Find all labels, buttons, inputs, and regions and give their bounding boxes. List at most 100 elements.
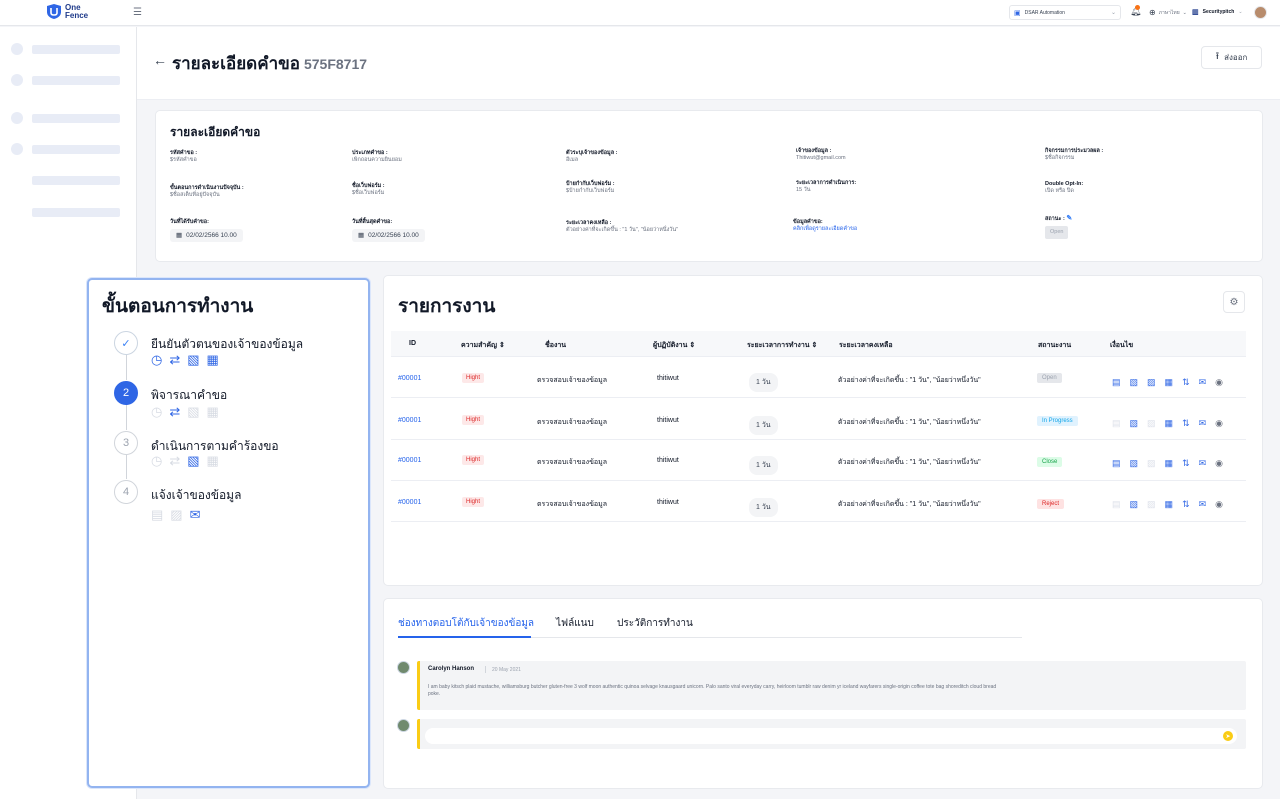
git-compare-icon[interactable]: ⇅	[1182, 377, 1190, 387]
notification-dot	[1135, 5, 1140, 10]
field-label: ข้อมูลคำขอ:	[793, 219, 823, 225]
field-label: Double Opt-In:	[1045, 181, 1084, 187]
document-search-icon[interactable]: ▧	[1130, 418, 1139, 428]
organization-select[interactable]: ▥ Securitypitch ⌄	[1192, 8, 1243, 16]
document-check-icon[interactable]: ▦	[1165, 377, 1174, 387]
field-double-opt-in: Double Opt-In: เปิด หรือ ปิด	[1045, 181, 1083, 195]
step-4-number[interactable]: 4	[114, 480, 138, 504]
send-icon[interactable]: ➤	[1223, 731, 1233, 741]
document-search-icon[interactable]: ▧	[187, 353, 199, 367]
eye-icon[interactable]: ◉	[1215, 499, 1223, 509]
git-compare-icon[interactable]: ⇅	[1182, 418, 1190, 428]
step-2-number[interactable]: 2	[114, 381, 138, 405]
reply-input[interactable]	[425, 728, 1237, 744]
field-label: กิจกรรมการประมวลผล :	[1045, 148, 1104, 154]
tab-owner-communication[interactable]: ช่องทางตอบโต้กับเจ้าของข้อมูล	[398, 616, 534, 631]
avatar	[397, 661, 410, 674]
comment-text: I am baby kitsch plaid mustache, william…	[428, 684, 997, 697]
user-avatar[interactable]	[1254, 6, 1267, 19]
step-4-icons: ▤ ▨ ✉	[151, 508, 201, 522]
col-assignee[interactable]: ผู้ปฏิบัติงาน ⇕	[653, 340, 695, 351]
app-logo[interactable]: One Fence	[46, 3, 88, 20]
mail-icon[interactable]: ✉	[1199, 377, 1207, 387]
step-3-number[interactable]: 3	[114, 431, 138, 455]
export-button[interactable]: ⭱ ส่งออก	[1201, 46, 1262, 69]
priority-badge: Hight	[462, 415, 485, 425]
col-conditions: เงื่อนไข	[1110, 342, 1134, 349]
document-check-icon: ▦	[206, 453, 219, 468]
col-priority[interactable]: ความสำคัญ ⇕	[461, 340, 505, 351]
document-check-icon[interactable]: ▦	[1165, 418, 1174, 428]
gear-icon[interactable]: ⚙	[1223, 291, 1245, 313]
document-check-icon: ▦	[206, 404, 219, 419]
comment-separator	[485, 666, 486, 673]
field-label: ป้ายกำกับเว็บฟอร์ม :	[566, 181, 615, 187]
step-2-label: พิจารณาคำขอ	[151, 388, 228, 402]
clock-icon[interactable]: ◷	[151, 353, 162, 367]
request-details-card	[155, 110, 1263, 262]
mail-icon[interactable]: ✉	[1199, 499, 1207, 509]
field-value: 15 วัน	[796, 187, 811, 193]
priority-badge: Hight	[462, 455, 485, 465]
tab-history[interactable]: ประวัติการทำงาน	[617, 616, 693, 631]
git-compare-icon[interactable]: ⇅	[1182, 499, 1190, 509]
mail-icon[interactable]: ✉	[190, 508, 201, 522]
bell-icon[interactable]: 🔔︎	[1130, 5, 1141, 17]
logo-text: One Fence	[65, 3, 88, 20]
sidebar-skeleton-bar	[32, 208, 120, 217]
document-edit-icon: ▨	[1147, 418, 1156, 428]
task-duration: 1 วัน	[749, 373, 778, 392]
tab-attachments[interactable]: ไฟล์แนบ	[556, 616, 594, 631]
document-check-icon[interactable]: ▦	[1165, 458, 1174, 468]
received-date-box[interactable]: ▦ 02/02/2566 10.00	[170, 229, 243, 242]
organization-label: Securitypitch	[1202, 9, 1235, 15]
step-connector	[126, 355, 127, 380]
document-icon[interactable]: ▤	[1112, 458, 1121, 468]
mail-icon[interactable]: ✉	[1199, 418, 1207, 428]
field-webform-tag: ป้ายกำกับเว็บฟอร์ม : $ป้ายกำกับเว็บฟอร์ม	[566, 181, 615, 195]
document-check-icon[interactable]: ▦	[207, 353, 219, 367]
task-name: ตรวจสอบเจ้าของข้อมูล	[537, 377, 607, 384]
task-id-link[interactable]: #00001	[398, 499, 421, 506]
mail-icon[interactable]: ✉	[1199, 458, 1207, 468]
document-search-icon[interactable]: ▧	[187, 454, 199, 468]
task-id-link[interactable]: #00001	[398, 417, 421, 424]
col-duration[interactable]: ระยะเวลาการทำงาน ⇕	[747, 340, 817, 351]
back-arrow-icon[interactable]: ←	[153, 52, 167, 68]
document-search-icon[interactable]: ▧	[1130, 458, 1139, 468]
col-id[interactable]: ID	[409, 340, 416, 347]
language-select[interactable]: ⊕ ภาษาไทย ⌄	[1149, 8, 1187, 17]
document-edit-icon[interactable]: ▨	[1147, 377, 1156, 387]
document-icon[interactable]: ▤	[1112, 377, 1121, 387]
eye-icon[interactable]: ◉	[1215, 418, 1223, 428]
end-date-box[interactable]: ▦ 02/02/2566 10.00	[352, 229, 425, 242]
upload-icon: ⭱	[1215, 51, 1220, 62]
step-1-check-icon[interactable]: ✓	[114, 331, 138, 355]
sidebar-skeleton-dot	[11, 143, 23, 155]
field-label: ระยะเวลาการดำเนินการ:	[796, 180, 857, 186]
page-title: รายละเอียดคำขอ 575F8717	[172, 50, 367, 77]
field-label: วันที่ได้รับคำขอ:	[170, 219, 209, 225]
row-actions: ▤ ▧ ▨ ▦ ⇅ ✉ ◉	[1112, 499, 1223, 509]
field-value: เปิด หรือ ปิด	[1045, 188, 1074, 194]
workspace-select[interactable]: ▣ DSAR Automation ⌄	[1009, 5, 1121, 20]
row-actions: ▤ ▧ ▨ ▦ ⇅ ✉ ◉	[1112, 458, 1223, 468]
git-compare-icon[interactable]: ⇅	[1182, 458, 1190, 468]
transfer-icon[interactable]: ⇄	[169, 353, 180, 367]
document-search-icon[interactable]: ▧	[1130, 499, 1139, 509]
sidebar-skeleton-bar	[32, 145, 120, 154]
request-info-link[interactable]: คลิกเพื่อดูรายละเอียดคำขอ	[793, 226, 857, 233]
eye-icon[interactable]: ◉	[1215, 377, 1223, 387]
step-1-icons: ◷ ⇄ ▧ ▦	[151, 353, 219, 367]
document-check-icon[interactable]: ▦	[1165, 499, 1174, 509]
export-label: ส่งออก	[1224, 53, 1248, 62]
transfer-icon[interactable]: ⇄	[169, 405, 180, 419]
document-icon: ▤	[151, 507, 164, 522]
pencil-icon[interactable]: ✎	[1066, 215, 1072, 222]
menu-icon[interactable]: ☰	[133, 7, 142, 18]
document-search-icon[interactable]: ▧	[1130, 377, 1139, 387]
task-id-link[interactable]: #00001	[398, 375, 421, 382]
eye-icon[interactable]: ◉	[1215, 458, 1223, 468]
field-value: $ป้ายกำกับเว็บฟอร์ม	[566, 188, 615, 194]
task-id-link[interactable]: #00001	[398, 457, 421, 464]
